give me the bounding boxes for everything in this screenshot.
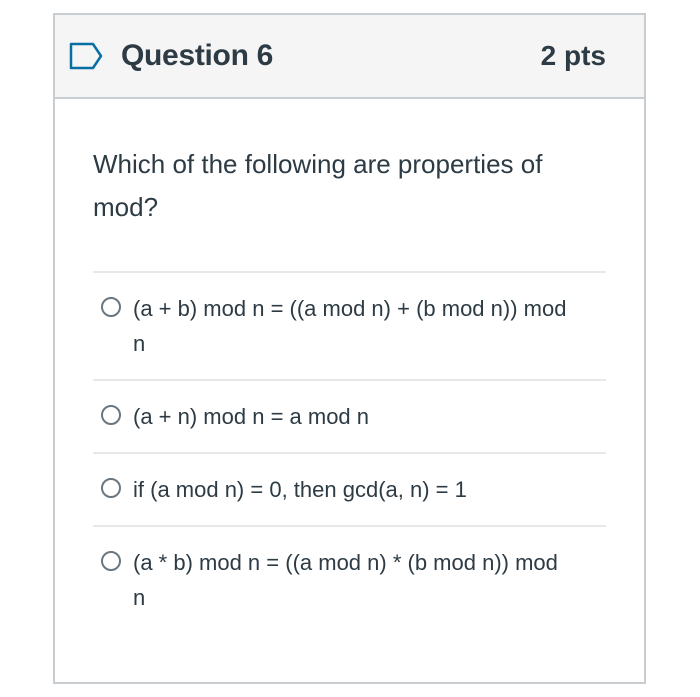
- question-body: Which of the following are properties of…: [55, 99, 644, 633]
- answer-list: (a + b) mod n = ((a mod n) + (b mod n)) …: [93, 271, 606, 633]
- question-text: Which of the following are properties of…: [93, 149, 543, 222]
- question-points: 2 pts: [540, 40, 606, 71]
- answer-radio-1[interactable]: [101, 297, 121, 317]
- answer-label-1: (a + b) mod n = ((a mod n) + (b mod n)) …: [133, 296, 567, 356]
- answer-option-2[interactable]: (a + n) mod n = a mod n: [93, 381, 606, 454]
- question-card: Question 6 2 pts Which of the following …: [53, 13, 646, 684]
- question-title: Question 6: [121, 39, 274, 72]
- answer-label-2: (a + n) mod n = a mod n: [133, 404, 370, 429]
- answer-option-1[interactable]: (a + b) mod n = ((a mod n) + (b mod n)) …: [93, 273, 606, 381]
- answer-label-3: if (a mod n) = 0, then gcd(a, n) = 1: [133, 477, 467, 502]
- answer-option-4[interactable]: (a * b) mod n = ((a mod n) * (b mod n)) …: [93, 527, 606, 633]
- flag-question-icon[interactable]: [69, 41, 105, 71]
- answer-radio-4[interactable]: [101, 551, 121, 571]
- answer-option-3[interactable]: if (a mod n) = 0, then gcd(a, n) = 1: [93, 454, 606, 527]
- answer-label-4: (a * b) mod n = ((a mod n) * (b mod n)) …: [133, 550, 558, 610]
- question-header: Question 6 2 pts: [55, 15, 644, 99]
- answer-radio-2[interactable]: [101, 405, 121, 425]
- answer-radio-3[interactable]: [101, 478, 121, 498]
